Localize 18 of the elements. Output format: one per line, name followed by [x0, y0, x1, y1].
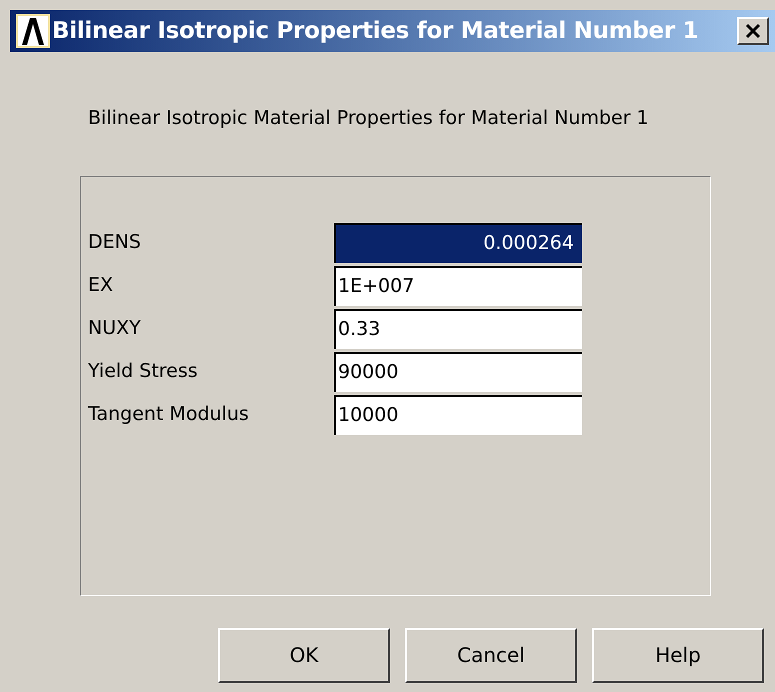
window-title: Bilinear Isotropic Properties for Material Number 1	[52, 16, 698, 46]
dialog-button[interactable]: OK	[218, 628, 390, 682]
input-field[interactable]: 10000	[334, 394, 582, 434]
field-label: Tangent Modulus	[88, 402, 250, 428]
field-label: DENS	[88, 230, 142, 256]
input-field[interactable]: 90000	[334, 352, 582, 392]
app-logo-icon	[16, 14, 50, 48]
input-field[interactable]: 0.33	[334, 308, 582, 348]
dialog-button[interactable]: Help	[592, 628, 764, 682]
field-label: Yield Stress	[88, 359, 199, 384]
dialog-heading: Bilinear Isotropic Material Properties for Material Number 1	[88, 106, 650, 131]
close-button[interactable]	[737, 17, 769, 45]
input-field[interactable]: 0.000264	[334, 222, 582, 262]
input-field[interactable]: 1E+007	[334, 266, 582, 306]
field-label: NUXY	[88, 316, 142, 342]
dialog-button[interactable]: Cancel	[405, 628, 577, 682]
close-icon	[745, 23, 761, 39]
field-label: EX	[88, 273, 114, 298]
